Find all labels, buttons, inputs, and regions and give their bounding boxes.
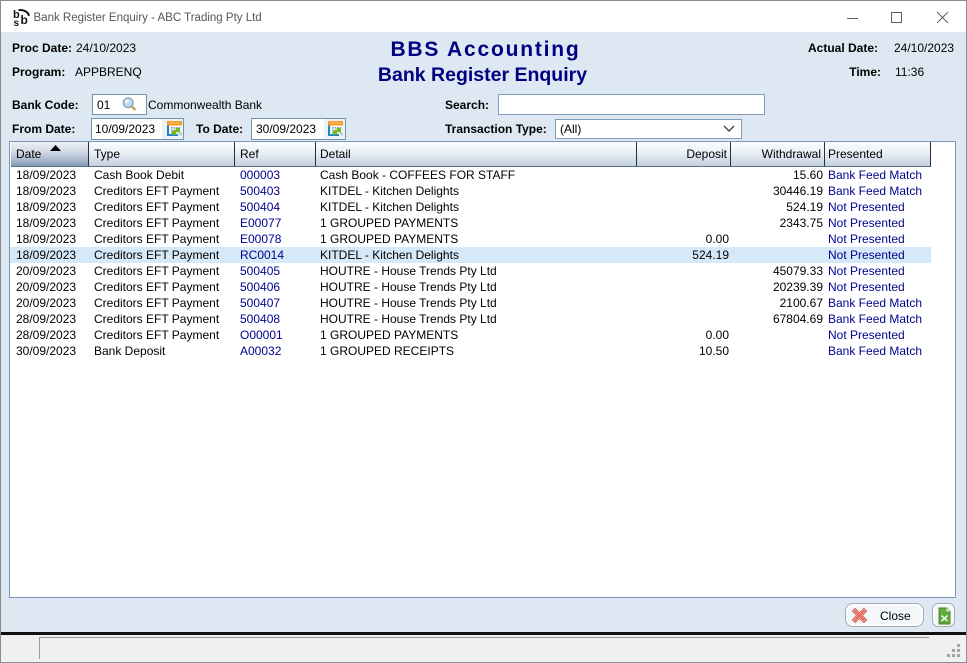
svg-text:s: s	[14, 18, 20, 27]
svg-text:b: b	[21, 13, 28, 27]
